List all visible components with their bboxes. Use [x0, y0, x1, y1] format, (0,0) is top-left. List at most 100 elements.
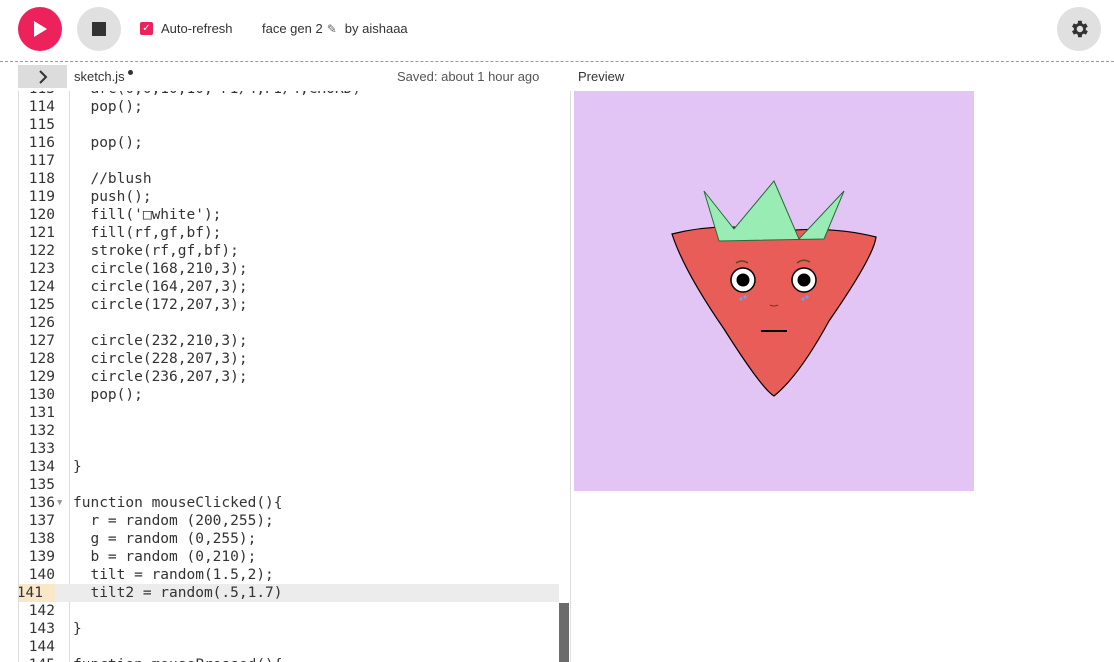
blush-dot [743, 295, 747, 299]
toolbar: ✓ Auto-refresh face gen 2 ✎ by aishaaa [0, 0, 1114, 60]
code-text: } [73, 459, 82, 475]
strawberry-leaves [703, 180, 845, 242]
file-tab-sketch[interactable]: sketch.js [74, 69, 125, 84]
code-line[interactable]: 134} [19, 458, 559, 476]
code-text: //blush [73, 171, 152, 187]
code-text: tilt = random(1.5,2); [73, 567, 274, 583]
expand-sidebar-button[interactable] [18, 65, 67, 88]
line-number: 115 [28, 117, 55, 133]
code-line[interactable]: 125 circle(172,207,3); [19, 296, 559, 314]
chevron-right-icon [38, 69, 47, 84]
code-line[interactable]: 119 push(); [19, 188, 559, 206]
line-number: 129 [28, 369, 55, 385]
code-line[interactable]: 115 [19, 116, 559, 134]
stop-icon [92, 22, 106, 36]
auto-refresh-toggle[interactable]: ✓ Auto-refresh [140, 21, 233, 36]
line-number: 117 [28, 153, 55, 169]
code-text: pop(); [73, 387, 143, 403]
code-line[interactable]: 133 [19, 440, 559, 458]
line-number: 128 [28, 351, 55, 367]
code-line[interactable]: 131 [19, 404, 559, 422]
code-line[interactable]: 117 [19, 152, 559, 170]
code-line[interactable]: 145▼ function mousePressed(){ [19, 656, 559, 662]
line-number: 119 [28, 189, 55, 205]
saved-status: Saved: about 1 hour ago [397, 69, 540, 84]
code-line[interactable]: 142 [19, 602, 559, 620]
code-text: circle(236,207,3); [73, 369, 248, 385]
code-line[interactable]: 118 //blush [19, 170, 559, 188]
code-line[interactable]: 138 g = random (0,255); [19, 530, 559, 548]
code-line[interactable]: 120 fill('□white'); [19, 206, 559, 224]
stop-button[interactable] [77, 7, 121, 51]
line-number: 134 [28, 459, 55, 475]
code-text: circle(164,207,3); [73, 279, 248, 295]
line-number: 123 [28, 261, 55, 277]
line-number: 139 [28, 549, 55, 565]
line-number: 124 [28, 279, 55, 295]
code-line[interactable]: 123 circle(168,210,3); [19, 260, 559, 278]
code-line[interactable]: 130 pop(); [19, 386, 559, 404]
code-line[interactable]: 143} [19, 620, 559, 638]
code-line[interactable]: 144 [19, 638, 559, 656]
line-number: 137 [28, 513, 55, 529]
project-info: face gen 2 ✎ by aishaaa [262, 21, 408, 36]
sketch-preview[interactable] [574, 91, 974, 491]
line-number: 122 [28, 243, 55, 259]
code-text: tilt2 = random(.5,1.7) [73, 585, 283, 601]
code-text: pop(); [73, 135, 143, 151]
code-line[interactable]: 121 fill(rf,gf,bf); [19, 224, 559, 242]
code-text: } [73, 621, 82, 637]
line-number: 114 [28, 99, 55, 115]
code-text: stroke(rf,gf,bf); [73, 243, 239, 259]
line-number: 135 [28, 477, 55, 493]
line-number: 138 [28, 531, 55, 547]
line-number: 118 [28, 171, 55, 187]
code-line[interactable]: 116 pop(); [19, 134, 559, 152]
editor-scrollbar[interactable] [559, 603, 569, 662]
gear-icon [1072, 20, 1088, 38]
play-button[interactable] [18, 7, 62, 51]
code-line[interactable]: 129 circle(236,207,3); [19, 368, 559, 386]
code-line[interactable]: 132 [19, 422, 559, 440]
line-number: 133 [28, 441, 55, 457]
code-line[interactable]: 126 [19, 314, 559, 332]
settings-button[interactable] [1057, 7, 1101, 51]
left-pupil [736, 273, 750, 287]
fold-arrow-icon[interactable]: ▼ [57, 494, 62, 512]
code-text: function mousePressed(){ [73, 656, 283, 662]
unsaved-indicator [128, 70, 133, 75]
code-lines[interactable]: 113 arc(0,0,10,10,-PI/4,PI/4,CHORD)114 p… [19, 91, 559, 662]
code-line[interactable]: 140 tilt = random(1.5,2); [19, 566, 559, 584]
code-line[interactable]: 114 pop(); [19, 98, 559, 116]
line-number: 141 [19, 584, 55, 602]
project-name[interactable]: face gen 2 [262, 21, 323, 36]
line-number: 143 [28, 621, 55, 637]
code-line[interactable]: 113 arc(0,0,10,10,-PI/4,PI/4,CHORD) [19, 91, 559, 98]
project-author[interactable]: by aishaaa [345, 21, 408, 36]
code-line[interactable]: 139 b = random (0,210); [19, 548, 559, 566]
auto-refresh-checkbox[interactable]: ✓ [140, 22, 153, 35]
code-line[interactable]: 127 circle(232,210,3); [19, 332, 559, 350]
code-line-active[interactable]: 141 tilt2 = random(.5,1.7) [19, 584, 559, 602]
line-number: 113 [19, 91, 55, 98]
toolbar-divider [0, 61, 1114, 62]
line-number: 131 [28, 405, 55, 421]
line-number: 142 [28, 603, 55, 619]
line-number: 132 [28, 423, 55, 439]
code-line[interactable]: 128 circle(228,207,3); [19, 350, 559, 368]
sketch-canvas[interactable] [574, 91, 974, 491]
code-line[interactable]: 137 r = random (200,255); [19, 512, 559, 530]
fold-arrow-icon[interactable]: ▼ [57, 656, 62, 662]
play-icon [34, 21, 47, 37]
line-number: 126 [28, 315, 55, 331]
code-line[interactable]: 122 stroke(rf,gf,bf); [19, 242, 559, 260]
code-text: function mouseClicked(){ [73, 495, 283, 511]
code-editor[interactable]: 113 arc(0,0,10,10,-PI/4,PI/4,CHORD)114 p… [18, 91, 571, 662]
code-text: fill(rf,gf,bf); [73, 225, 222, 241]
pencil-icon[interactable]: ✎ [327, 22, 337, 36]
code-line[interactable]: 135 [19, 476, 559, 494]
blush-dot [805, 295, 809, 299]
code-line[interactable]: 136 ▼ function mouseClicked(){ [19, 494, 559, 512]
code-text: fill('□white'); [73, 207, 222, 223]
code-line[interactable]: 124 circle(164,207,3); [19, 278, 559, 296]
